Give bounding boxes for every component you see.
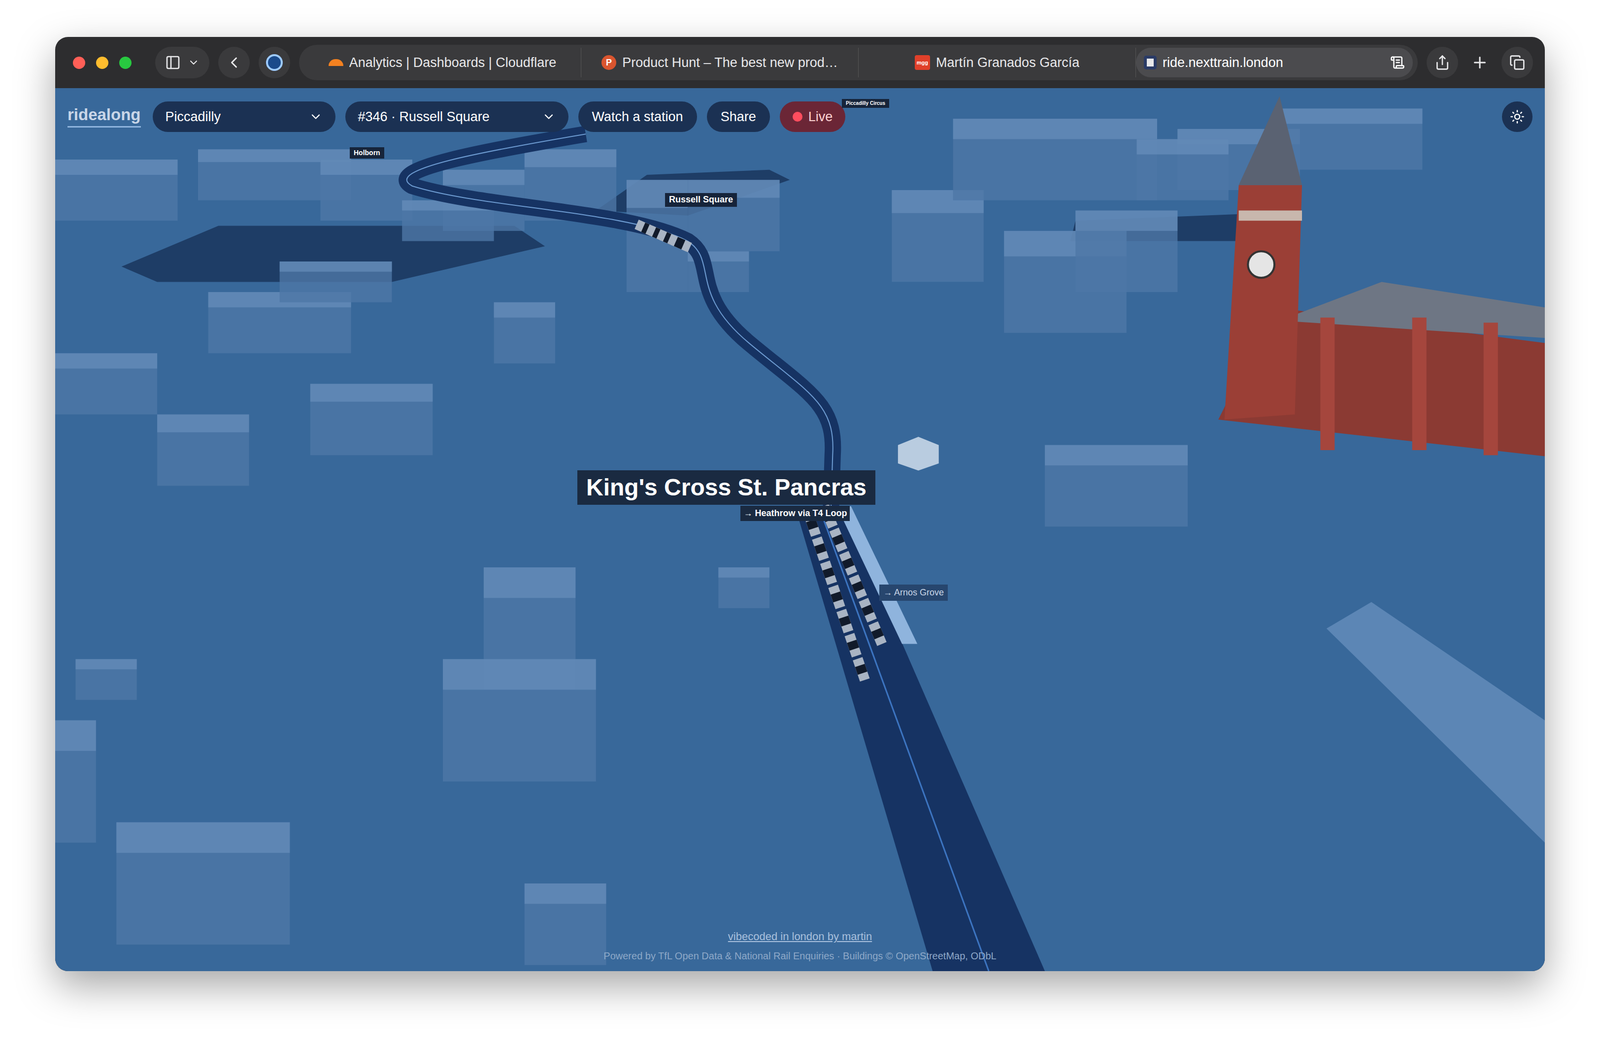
eastbound-train — [819, 504, 887, 647]
sun-icon — [1509, 109, 1525, 125]
cloudflare-icon — [328, 59, 344, 67]
attribution: Powered by TfL Open Data & National Rail… — [603, 948, 997, 964]
extension-icon — [266, 54, 283, 71]
chevron-icon — [541, 109, 556, 124]
title-bar: Analytics | Dashboards | CloudflarePProd… — [55, 36, 1545, 89]
browser-window: Analytics | Dashboards | CloudflarePProd… — [55, 36, 1545, 972]
tab-favicon: P — [601, 55, 617, 70]
reader-icon[interactable] — [1390, 55, 1405, 70]
live-dot-icon — [792, 111, 803, 122]
app-toolbar: ridealong Piccadilly #346 · Russell Square… — [67, 101, 1533, 133]
share-icon — [1434, 54, 1451, 71]
distant-train — [634, 219, 692, 253]
station-label[interactable]: Piccadilly Circus — [841, 99, 890, 108]
toolbar-actions — [1426, 46, 1534, 79]
train-select[interactable]: #346 · Russell Square — [345, 101, 569, 133]
direction-label: → Heathrow via T4 Loop — [740, 505, 850, 522]
tab-overview-button[interactable] — [1501, 46, 1534, 79]
app-logo[interactable]: ridealong — [67, 105, 143, 128]
site-icon — [1143, 55, 1157, 70]
zoom-button[interactable] — [119, 56, 132, 69]
back-icon — [225, 53, 243, 72]
share-button[interactable] — [1426, 46, 1459, 79]
westbound-train — [803, 512, 870, 682]
extension-button[interactable] — [258, 46, 291, 79]
browser-tab[interactable]: ride.nexttrain.london — [1135, 47, 1413, 78]
tabs-icon — [1509, 54, 1526, 71]
focus-station[interactable]: King's Cross St. Pancras→ Heathrow via T… — [577, 470, 876, 522]
back-button[interactable] — [218, 46, 250, 79]
minimize-button[interactable] — [96, 56, 109, 69]
map-view[interactable]: ridealong Piccadilly #346 · Russell Square… — [55, 88, 1545, 972]
station-label[interactable]: Holborn — [349, 147, 385, 159]
map-canvas[interactable] — [55, 88, 1545, 972]
tab-favicon: mgg — [914, 55, 931, 70]
theme-button[interactable] — [1501, 101, 1533, 133]
browser-tab[interactable]: Analytics | Dashboards | Cloudflare — [303, 47, 582, 78]
sidebar-icon — [165, 54, 181, 71]
direction-label: → Arnos Grove — [879, 584, 948, 601]
new-tab-button[interactable] — [1464, 46, 1496, 79]
map-footer: vibecoded in london by martin Powered by … — [55, 928, 1545, 964]
page: Analytics | Dashboards | CloudflarePProd… — [0, 0, 1600, 1045]
line-select[interactable]: Piccadilly — [152, 101, 336, 133]
sidebar-toggle[interactable] — [155, 46, 210, 79]
station-label[interactable]: Russell Square — [665, 193, 737, 207]
browser-tab[interactable]: mggMartín Granados García — [858, 47, 1136, 78]
browser-tab[interactable]: PProduct Hunt – The best new prod… — [581, 47, 859, 78]
chevron-icon — [308, 109, 323, 124]
plus-icon — [1470, 53, 1489, 72]
credit-link[interactable]: vibecoded in london by martin — [728, 928, 872, 945]
toolbar-button[interactable]: Share — [706, 101, 770, 133]
tab-strip: Analytics | Dashboards | CloudflarePProd… — [299, 44, 1418, 81]
chevron-icon — [187, 56, 200, 69]
toolbar-button[interactable]: Watch a station — [578, 101, 698, 133]
window-controls — [72, 56, 132, 69]
live-button[interactable]: Live — [779, 101, 846, 133]
close-button[interactable] — [72, 56, 86, 69]
